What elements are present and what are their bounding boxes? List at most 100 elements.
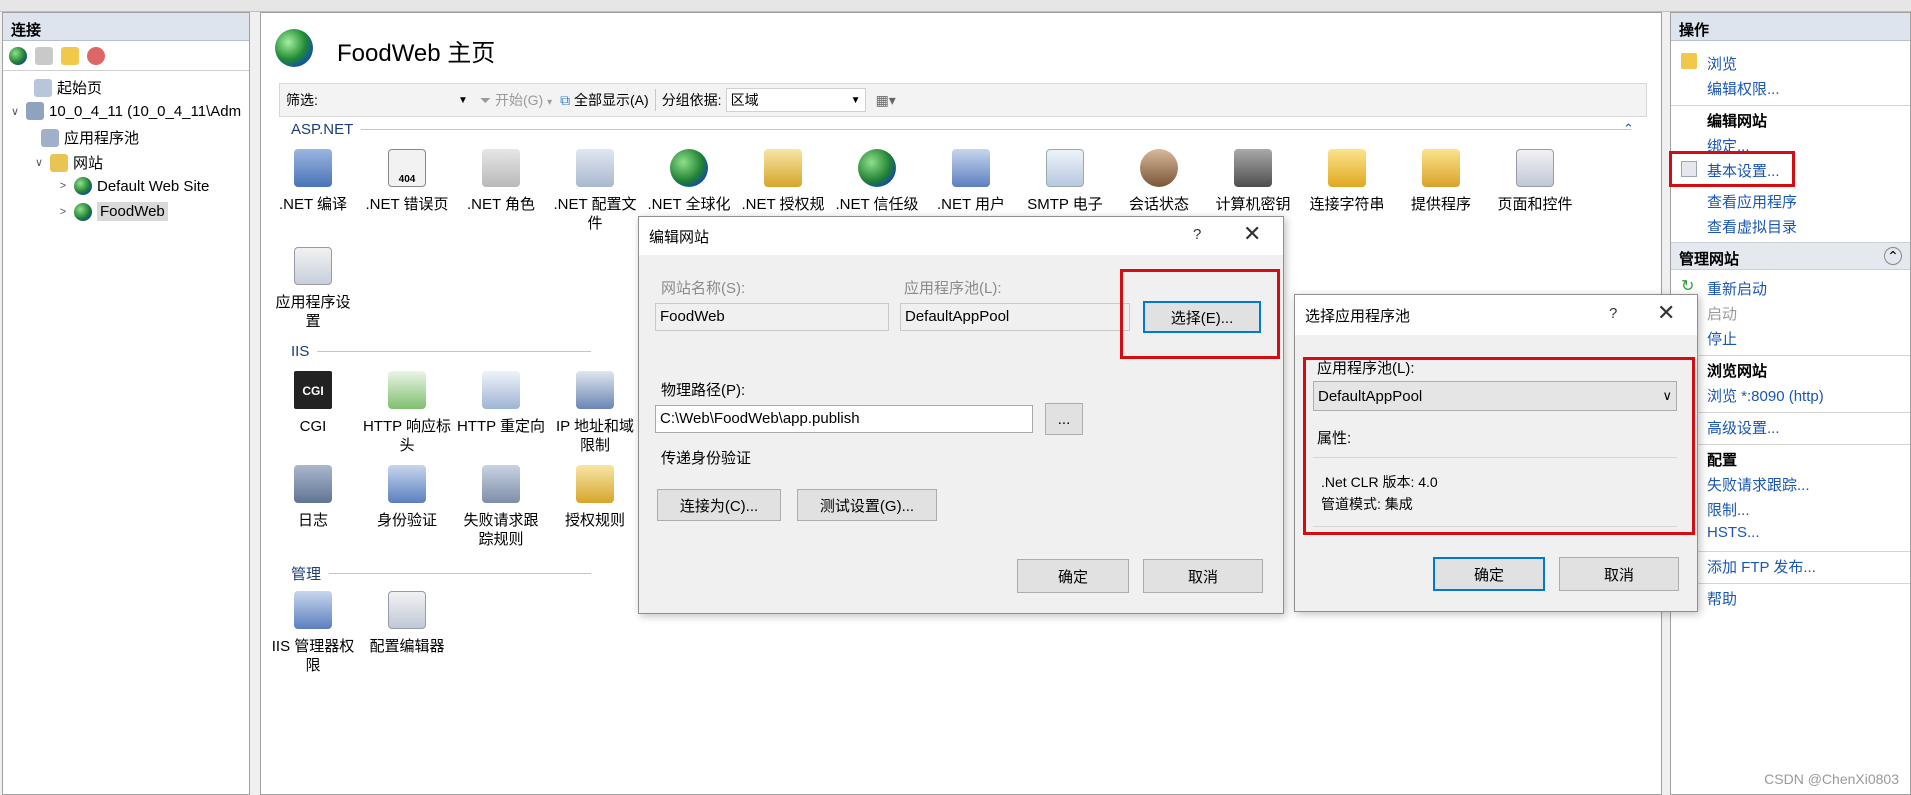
help-icon[interactable]: ? bbox=[1609, 305, 1617, 322]
feature-net-authorization[interactable]: .NET 授权规 bbox=[737, 149, 829, 214]
action-view-applications[interactable]: 查看应用程序 bbox=[1707, 191, 1797, 212]
site-globe-icon bbox=[275, 29, 313, 67]
action-help[interactable]: 帮助 bbox=[1707, 588, 1737, 609]
save-icon[interactable] bbox=[35, 46, 53, 65]
section-manage[interactable]: 管理 bbox=[291, 563, 591, 584]
action-advanced-settings[interactable]: 高级设置... bbox=[1707, 417, 1780, 438]
tree-item-app-pools[interactable]: 应用程序池 bbox=[41, 127, 139, 148]
feature-logging[interactable]: 日志 bbox=[267, 465, 359, 530]
feature-authentication[interactable]: 身份验证 bbox=[361, 465, 453, 530]
chevron-down-icon[interactable]: ∨ bbox=[9, 105, 21, 118]
session-icon bbox=[1140, 149, 1178, 187]
feature-connection-strings[interactable]: 连接字符串 bbox=[1301, 149, 1393, 214]
app-pool-field[interactable]: DefaultAppPool bbox=[900, 303, 1130, 331]
feature-session-state[interactable]: 会话状态 bbox=[1113, 149, 1205, 214]
action-hsts[interactable]: HSTS... bbox=[1707, 524, 1760, 541]
filter-input[interactable]: ▼ bbox=[321, 88, 472, 112]
globe-icon bbox=[74, 202, 92, 221]
start-page-icon bbox=[34, 78, 52, 97]
site-name-field[interactable]: FoodWeb bbox=[655, 303, 889, 331]
feature-configuration-editor[interactable]: 配置编辑器 bbox=[361, 591, 453, 656]
ok-button[interactable]: 确定 bbox=[1017, 559, 1129, 593]
feature-failed-request-tracing[interactable]: 失败请求跟 踪规则 bbox=[455, 465, 547, 549]
up-folder-icon[interactable] bbox=[61, 46, 79, 65]
feature-providers[interactable]: 提供程序 bbox=[1395, 149, 1487, 214]
action-add-ftp-publishing[interactable]: 添加 FTP 发布... bbox=[1707, 556, 1816, 577]
feature-net-users[interactable]: .NET 用户 bbox=[925, 149, 1017, 214]
cancel-button[interactable]: 取消 bbox=[1143, 559, 1263, 593]
section-iis[interactable]: IIS bbox=[291, 343, 591, 360]
action-restart[interactable]: 重新启动 bbox=[1707, 278, 1767, 299]
dropdown-icon: ▾ bbox=[547, 97, 553, 108]
tree-item-server[interactable]: ∨ 10_0_4_11 (10_0_4_11\Adm bbox=[9, 102, 241, 120]
action-edit-permissions[interactable]: 编辑权限... bbox=[1707, 78, 1780, 99]
group-by-select[interactable]: 区域 ▼ bbox=[725, 88, 866, 112]
physical-path-label: 物理路径(P): bbox=[661, 382, 746, 399]
close-icon[interactable]: ✕ bbox=[1657, 300, 1675, 326]
filter-bar: 筛选: ▼ ⏷ 开始(G) ▾ ⧉ 全部显示(A) 分组依据: 区域 ▼ ▦▾ bbox=[279, 83, 1647, 117]
test-settings-button[interactable]: 测试设置(G)... bbox=[797, 489, 937, 521]
tree-item-foodweb[interactable]: > FoodWeb bbox=[57, 202, 168, 221]
physical-path-input[interactable]: C:\Web\FoodWeb\app.publish bbox=[655, 405, 1033, 433]
action-stop[interactable]: 停止 bbox=[1707, 328, 1737, 349]
window-top-strip bbox=[0, 0, 1911, 12]
feature-authorization-rules[interactable]: 授权规则 bbox=[549, 465, 641, 530]
action-browse-port[interactable]: 浏览 *:8090 (http) bbox=[1707, 385, 1824, 406]
help-icon[interactable]: ? bbox=[1193, 226, 1201, 243]
show-all-button[interactable]: ⧉ 全部显示(A) bbox=[560, 90, 649, 110]
action-failed-request-tracing[interactable]: 失败请求跟踪... bbox=[1707, 474, 1810, 495]
tree-item-default-web-site[interactable]: > Default Web Site bbox=[57, 177, 209, 195]
tree-item-sites[interactable]: ∨ 网站 bbox=[33, 152, 103, 173]
feature-net-roles[interactable]: .NET 角色 bbox=[455, 149, 547, 214]
group-manage-site[interactable]: 管理网站 ⌃ bbox=[1671, 242, 1910, 270]
connections-pane: 连接 起始页 ∨ 10_0_4_11 (10_0_4_11\Adm 应用程序池 … bbox=[2, 12, 250, 795]
chevron-down-icon[interactable]: ∨ bbox=[33, 156, 45, 169]
globe-icon bbox=[74, 177, 92, 195]
feature-iis-manager-permissions[interactable]: IIS 管理器权 限 bbox=[267, 591, 359, 675]
feature-cgi[interactable]: CGI CGI bbox=[267, 371, 359, 436]
close-icon[interactable]: ✕ bbox=[1243, 221, 1261, 247]
feature-net-error-pages[interactable]: 404 .NET 错误页 bbox=[361, 149, 453, 214]
collapse-icon[interactable]: ⌃ bbox=[1884, 247, 1902, 265]
feature-ip-restrictions[interactable]: IP 地址和域 限制 bbox=[549, 371, 641, 455]
connect-icon[interactable] bbox=[9, 46, 27, 65]
dropdown-icon: ▼ bbox=[457, 94, 468, 106]
feature-http-redirect[interactable]: HTTP 重定向 bbox=[455, 371, 547, 436]
error-page-icon: 404 bbox=[388, 149, 426, 187]
page-title: FoodWeb 主页 bbox=[337, 40, 496, 67]
feature-net-trust-levels[interactable]: .NET 信任级 bbox=[831, 149, 923, 214]
feature-smtp-email[interactable]: SMTP 电子 bbox=[1019, 149, 1111, 214]
tree-item-start-page[interactable]: 起始页 bbox=[17, 77, 102, 98]
feature-net-compilation[interactable]: .NET 编译 bbox=[267, 149, 359, 214]
chevron-right-icon[interactable]: > bbox=[57, 180, 69, 192]
feature-machine-key[interactable]: 计算机密钥 bbox=[1207, 149, 1299, 214]
group-edit-site: 编辑网站 bbox=[1707, 113, 1768, 130]
roles-icon bbox=[482, 149, 520, 187]
lock-icon bbox=[764, 149, 802, 187]
tree-label: 应用程序池 bbox=[64, 130, 140, 147]
cancel-button[interactable]: 取消 bbox=[1559, 557, 1679, 591]
tree-label-selected: FoodWeb bbox=[97, 202, 168, 221]
collapse-icon[interactable]: ⌃ bbox=[1623, 121, 1634, 137]
database-icon bbox=[1328, 149, 1366, 187]
feature-pages-controls[interactable]: 页面和控件 bbox=[1489, 149, 1581, 214]
disconnect-icon[interactable] bbox=[87, 46, 105, 65]
action-start[interactable]: 启动 bbox=[1707, 303, 1737, 324]
action-limits[interactable]: 限制... bbox=[1707, 499, 1750, 520]
feature-net-profile[interactable]: .NET 配置文 件 bbox=[549, 149, 641, 233]
action-browse[interactable]: 浏览 bbox=[1707, 53, 1737, 74]
log-icon bbox=[294, 465, 332, 503]
action-view-virtual-directories[interactable]: 查看虚拟目录 bbox=[1707, 216, 1797, 237]
view-mode-icon[interactable]: ▦▾ bbox=[876, 92, 896, 109]
feature-app-settings[interactable]: 应用程序设 置 bbox=[267, 247, 359, 331]
feature-http-response-headers[interactable]: HTTP 响应标 头 bbox=[361, 371, 453, 455]
connect-as-button[interactable]: 连接为(C)... bbox=[657, 489, 781, 521]
feature-net-globalization[interactable]: .NET 全球化 bbox=[643, 149, 735, 214]
go-filter-button[interactable]: ⏷ 开始(G) ▾ bbox=[480, 90, 552, 110]
browse-path-button[interactable]: ... bbox=[1045, 403, 1083, 435]
chevron-right-icon[interactable]: > bbox=[57, 206, 69, 218]
sites-folder-icon bbox=[50, 153, 68, 172]
restart-icon: ↻ bbox=[1681, 278, 1695, 295]
section-aspnet[interactable]: ASP.NET bbox=[291, 121, 1631, 138]
ok-button[interactable]: 确定 bbox=[1433, 557, 1545, 591]
